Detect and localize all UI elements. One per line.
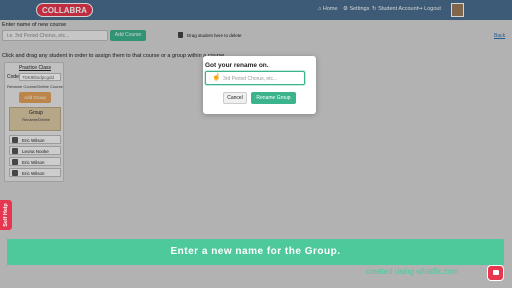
whatfix-watermark: created using whatfix.com <box>366 267 459 276</box>
rename-group-button[interactable]: Rename Group <box>251 92 296 104</box>
modal-title: Got your rename on. <box>205 62 269 69</box>
cancel-button[interactable]: Cancel <box>223 92 247 104</box>
self-help-label: Self Help <box>3 203 9 227</box>
group-name-input[interactable]: ☝ 3rd Period Chorus, etc... <box>205 71 305 85</box>
walkthrough-tooltip: Enter a new name for the Group. <box>7 239 504 265</box>
chat-icon[interactable] <box>487 265 504 281</box>
hand-cursor-icon: ☝ <box>212 74 221 81</box>
group-name-placeholder: 3rd Period Chorus, etc... <box>223 76 278 82</box>
self-help-tab[interactable]: Self Help <box>0 200 12 230</box>
tooltip-text: Enter a new name for the Group. <box>170 246 341 257</box>
rename-group-modal: Got your rename on. ☝ 3rd Period Chorus,… <box>203 56 316 114</box>
